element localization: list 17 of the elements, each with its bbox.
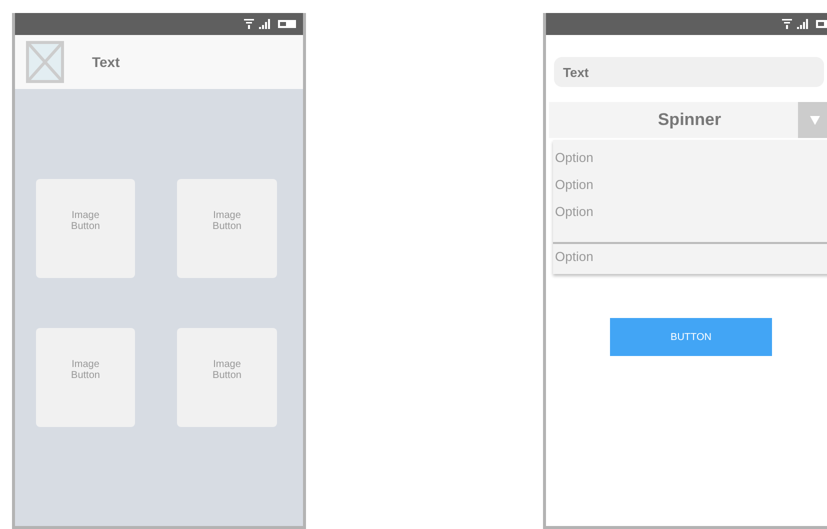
image-button[interactable]: Image Button xyxy=(36,328,135,427)
dropdown-option[interactable]: Option xyxy=(553,242,827,270)
dropdown-option[interactable]: Option xyxy=(553,144,827,171)
header-title: Text xyxy=(92,54,120,70)
dropdown-option[interactable]: Option xyxy=(553,198,827,225)
image-button[interactable]: Image Button xyxy=(177,328,277,427)
image-button[interactable]: Image Button xyxy=(36,179,135,278)
text-field[interactable]: Text xyxy=(554,57,824,87)
wifi-icon xyxy=(781,18,793,30)
spinner-label: Spinner xyxy=(656,110,722,130)
image-placeholder-icon xyxy=(26,41,64,83)
primary-button[interactable]: BUTTON xyxy=(610,318,772,356)
battery-icon xyxy=(277,18,297,30)
image-button[interactable]: Image Button xyxy=(177,179,277,278)
wifi-icon xyxy=(243,18,255,30)
dropdown-option[interactable]: Option xyxy=(553,171,827,198)
spinner[interactable]: Spinner xyxy=(549,102,827,138)
